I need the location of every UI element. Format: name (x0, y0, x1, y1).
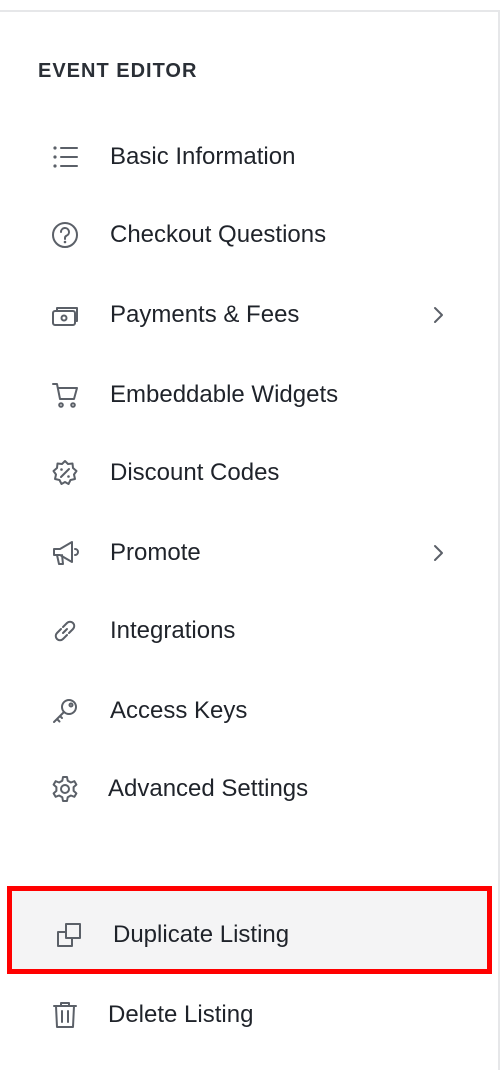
menu-item-embeddable-widgets[interactable]: Embeddable Widgets (38, 370, 458, 420)
menu-item-payments-fees[interactable]: Payments & Fees (38, 290, 458, 340)
chevron-right-icon (434, 307, 443, 323)
section-title: EVENT EDITOR (38, 60, 198, 82)
link-icon (48, 614, 82, 648)
menu-item-label: Basic Information (110, 143, 296, 170)
duplicate-listing-button[interactable]: Duplicate Listing (38, 910, 458, 960)
chevron-right-icon (434, 545, 443, 561)
gear-icon (48, 772, 82, 806)
menu-item-label: Checkout Questions (110, 221, 327, 248)
menu-item-label: Promote (110, 539, 201, 566)
menu-item-label: Discount Codes (110, 459, 280, 486)
menu-item-label: Embeddable Widgets (110, 381, 339, 408)
megaphone-icon (48, 536, 82, 570)
duplicate-icon (52, 918, 86, 952)
menu-item-discount-codes[interactable]: Discount Codes (38, 448, 458, 498)
menu-item-label: Advanced Settings (108, 775, 309, 802)
list-icon (48, 140, 82, 174)
trash-icon (48, 998, 82, 1032)
action-label: Duplicate Listing (113, 921, 290, 948)
cart-icon (48, 378, 82, 412)
key-icon (48, 694, 82, 728)
menu-item-label: Payments & Fees (110, 301, 300, 328)
menu-item-integrations[interactable]: Integrations (38, 606, 458, 656)
menu-item-label: Integrations (110, 617, 236, 644)
menu-item-promote[interactable]: Promote (38, 528, 458, 578)
top-divider (0, 10, 500, 12)
action-label: Delete Listing (108, 1001, 254, 1028)
menu-item-checkout-questions[interactable]: Checkout Questions (38, 210, 458, 260)
payment-card-icon (48, 298, 82, 332)
menu-item-basic-information[interactable]: Basic Information (38, 132, 458, 182)
delete-listing-button[interactable]: Delete Listing (38, 990, 458, 1040)
menu-item-label: Access Keys (110, 697, 248, 724)
discount-badge-icon (48, 456, 82, 490)
question-circle-icon (48, 218, 82, 252)
menu-item-access-keys[interactable]: Access Keys (38, 686, 458, 736)
menu-item-advanced-settings[interactable]: Advanced Settings (38, 764, 458, 814)
